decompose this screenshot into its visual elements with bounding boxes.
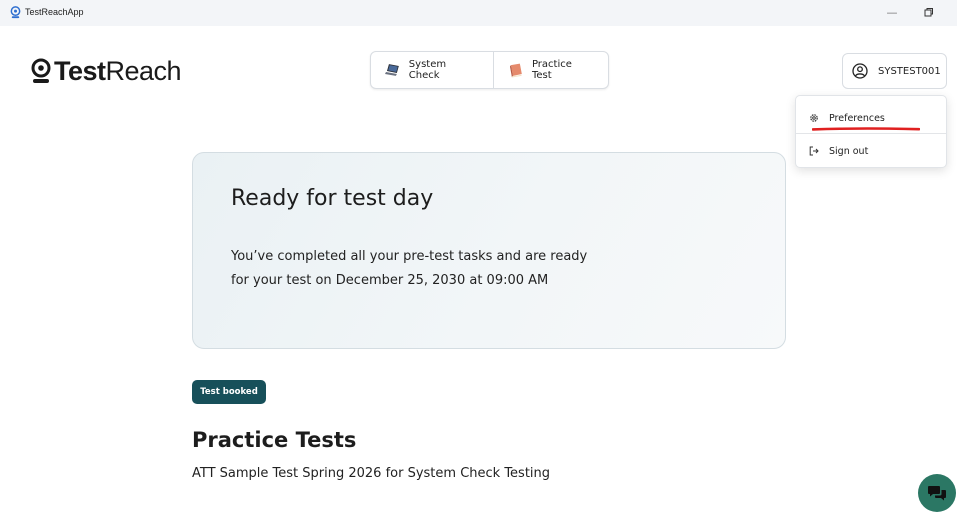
top-navigation: System Check Practice Test	[370, 51, 609, 89]
testreach-logo: Test Reach	[30, 55, 182, 87]
window-titlebar: TestReachApp —	[0, 0, 957, 26]
chat-button[interactable]	[918, 474, 956, 512]
restore-button[interactable]	[918, 5, 938, 21]
logo-text-bold: Test	[54, 55, 106, 86]
gear-icon	[810, 114, 818, 122]
laptop-icon	[385, 64, 399, 76]
menu-separator	[796, 133, 946, 134]
ready-card-body: You’ve completed all your pre-test tasks…	[231, 249, 588, 288]
practice-test-label: Practice Test	[531, 59, 572, 81]
testreach-app-icon	[10, 6, 21, 19]
webcam-logo-icon	[31, 58, 51, 83]
preferences-label: Preferences	[829, 112, 885, 124]
book-icon	[510, 63, 522, 78]
user-name: SYSTEST001	[878, 65, 941, 77]
user-menu-button[interactable]: SYSTEST001	[842, 53, 947, 89]
sign-out-label: Sign out	[829, 145, 869, 157]
chat-bubbles-icon	[928, 486, 946, 501]
practice-tests-heading: Practice Tests	[192, 428, 357, 452]
practice-test-name[interactable]: ATT Sample Test Spring 2026 for System C…	[192, 466, 550, 481]
minimize-button[interactable]: —	[880, 5, 904, 21]
user-dropdown-menu: Preferences Sign out	[795, 95, 947, 168]
practice-test-button[interactable]: Practice Test	[493, 52, 608, 88]
system-check-label: System Check	[408, 59, 447, 81]
red-annotation-underline	[812, 127, 920, 131]
sign-out-menu-item[interactable]: Sign out	[796, 138, 946, 164]
logo-text-light: Reach	[105, 55, 182, 86]
user-avatar-icon	[852, 63, 868, 79]
system-check-button[interactable]: System Check	[371, 52, 493, 88]
ready-for-test-card: Ready for test day You’ve completed all …	[192, 152, 786, 349]
window-title: TestReachApp	[25, 7, 84, 17]
ready-card-title: Ready for test day	[231, 186, 434, 211]
sign-out-icon	[809, 146, 819, 156]
test-booked-badge: Test booked	[192, 380, 266, 404]
